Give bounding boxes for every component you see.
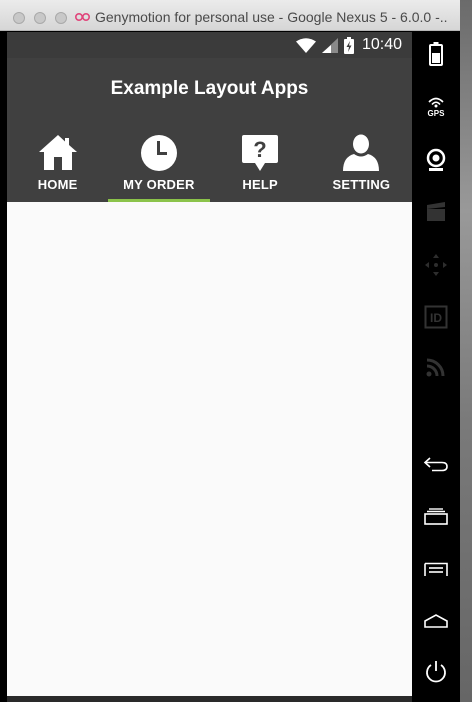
webcam-icon: [426, 148, 446, 171]
home-nav-button[interactable]: [421, 606, 451, 636]
clock-icon: [140, 135, 177, 171]
battery-button[interactable]: [421, 39, 451, 69]
window-zoom-button[interactable]: [55, 12, 67, 24]
id-label: ID: [430, 311, 442, 325]
tab-setting-label: SETTING: [332, 177, 391, 192]
window-minimize-button[interactable]: [34, 12, 46, 24]
app-toolbar: Example Layout Apps HOME MY ORDER ? HELP…: [7, 58, 412, 202]
app-title: Example Layout Apps: [110, 78, 309, 99]
dpad-icon: [425, 254, 447, 276]
gps-icon: GPS: [428, 97, 446, 118]
tab-my-order[interactable]: MY ORDER: [108, 130, 210, 202]
identifiers-button[interactable]: ID: [421, 302, 451, 332]
menu-button[interactable]: [421, 555, 451, 585]
window-title: Genymotion for personal use - Google Nex…: [95, 9, 447, 25]
power-icon: [426, 661, 446, 683]
window-titlebar: Genymotion for personal use - Google Nex…: [0, 0, 472, 31]
status-clock: 10:40: [361, 36, 402, 53]
tab-help-label: HELP: [242, 177, 278, 192]
desktop-background: [460, 0, 472, 702]
id-icon: ID: [424, 305, 448, 329]
back-icon: [423, 457, 448, 472]
home-outline-icon: [424, 614, 448, 628]
status-bar: 10:40: [7, 32, 412, 58]
genymotion-logo-icon: [75, 13, 90, 21]
wifi-icon: [295, 37, 316, 53]
cellular-signal-icon: [321, 37, 338, 53]
capture-button[interactable]: [421, 197, 451, 227]
home-icon: [38, 135, 77, 170]
tab-setting[interactable]: SETTING: [311, 130, 412, 202]
help-bubble-icon: ?: [242, 135, 279, 171]
gps-button[interactable]: GPS: [421, 92, 451, 122]
cast-icon: [426, 358, 445, 377]
tab-my-order-label: MY ORDER: [123, 177, 195, 192]
tab-content-area: [7, 202, 412, 696]
emulator-sidebar: GPS ID: [412, 32, 460, 702]
tab-home-label: HOME: [37, 177, 78, 192]
tab-home[interactable]: HOME: [7, 130, 108, 202]
device-screen: 10:40 Example Layout Apps HOME MY ORDER: [7, 32, 412, 696]
power-button[interactable]: [421, 657, 451, 687]
back-button[interactable]: [421, 449, 451, 479]
remote-control-button[interactable]: [421, 250, 451, 280]
device-bottom-edge: [7, 696, 412, 702]
menu-icon: [424, 562, 448, 576]
recent-apps-button[interactable]: [421, 502, 451, 532]
gps-label: GPS: [428, 109, 446, 118]
webcam-button[interactable]: [421, 145, 451, 175]
clapper-icon: [427, 202, 445, 221]
tab-bar: HOME MY ORDER ? HELP SETTING: [7, 130, 412, 202]
svg-text:?: ?: [253, 137, 266, 162]
cast-button[interactable]: [421, 352, 451, 382]
battery-icon: [429, 42, 443, 66]
user-icon: [343, 134, 380, 171]
battery-charging-icon: [343, 36, 354, 54]
recent-apps-icon: [424, 508, 448, 525]
tab-help[interactable]: ? HELP: [210, 130, 311, 202]
window-close-button[interactable]: [13, 12, 25, 24]
